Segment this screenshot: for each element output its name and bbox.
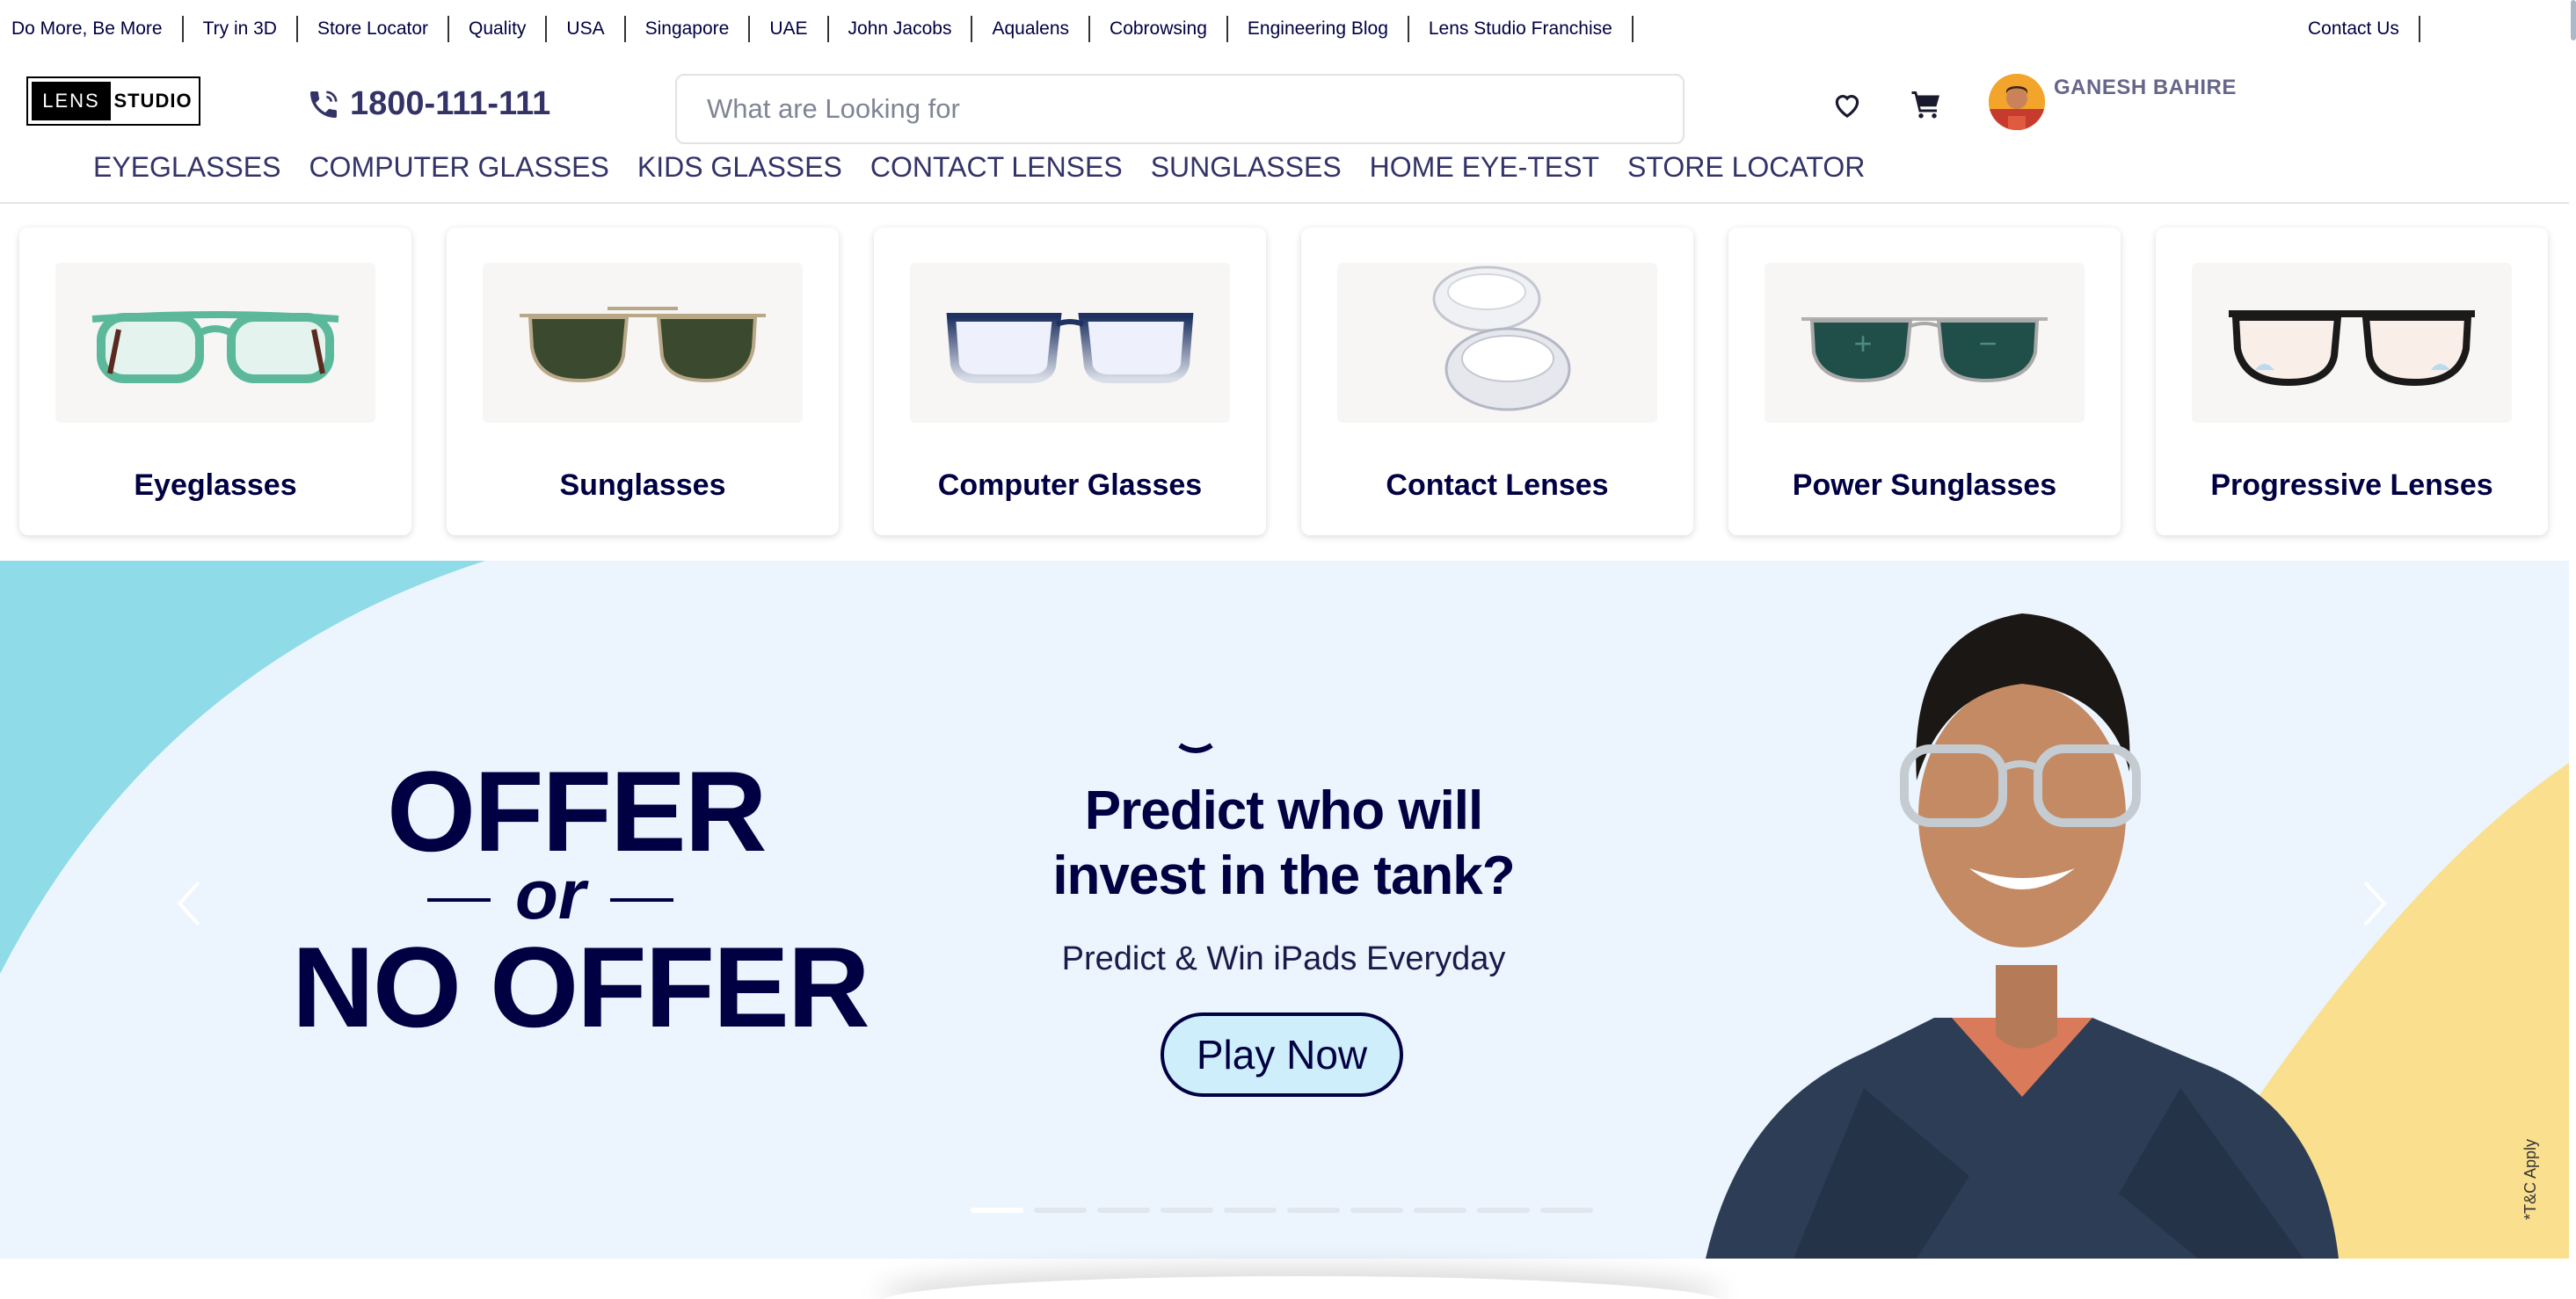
- wishlist-button[interactable]: [1825, 84, 1869, 125]
- top-link-aqualens[interactable]: Aqualens: [972, 16, 1091, 42]
- terms-apply-note: *T&C Apply: [2521, 1138, 2539, 1220]
- nav-item-contact-lenses[interactable]: CONTACT LENSES: [856, 151, 1137, 184]
- nav-item-home-eye-test[interactable]: HOME EYE-TEST: [1356, 151, 1613, 184]
- top-link-usa[interactable]: USA: [547, 16, 626, 42]
- top-link-lens-studio-franchise[interactable]: Lens Studio Franchise: [1409, 16, 1634, 42]
- offer-title-line1: OFFER: [387, 747, 768, 875]
- svg-text:−: −: [1978, 325, 1997, 361]
- category-label: Contact Lenses: [1386, 468, 1609, 502]
- carousel-indicators: [971, 1208, 1593, 1213]
- carousel-dot[interactable]: [1414, 1208, 1466, 1213]
- banner-headline: Predict who will invest in the tank?: [1052, 780, 1515, 906]
- progressive-lenses-image: [2192, 263, 2512, 423]
- power-sunglasses-image: + −: [1765, 263, 2085, 423]
- carousel-dot[interactable]: [1287, 1208, 1340, 1213]
- page: Do More, Be More Try in 3D Store Locator Qu…: [0, 0, 2576, 1299]
- phone-icon: [310, 91, 338, 118]
- user-avatar[interactable]: [1989, 74, 2045, 130]
- category-label: Progressive Lenses: [2210, 468, 2493, 502]
- lens-studio-logo[interactable]: LENS STUDIO: [26, 76, 200, 126]
- phone-number[interactable]: 1800-111-111: [306, 85, 550, 123]
- category-label: Computer Glasses: [937, 468, 1203, 502]
- user-name[interactable]: GANESH BAHIRE: [2054, 76, 2237, 100]
- top-links: Do More, Be More Try in 3D Store Locator Qu…: [0, 16, 1634, 42]
- top-link-john-jacobs[interactable]: John Jacobs: [829, 16, 973, 42]
- phone-number-text: 1800-111-111: [350, 85, 551, 122]
- category-cards: Eyeglasses Sunglasses Computer Glasses C…: [19, 228, 2548, 535]
- top-link-singapore[interactable]: Singapore: [626, 16, 751, 42]
- top-link-engineering-blog[interactable]: Engineering Blog: [1228, 16, 1409, 42]
- carousel-dot[interactable]: [1097, 1208, 1150, 1213]
- carousel-dot[interactable]: [1350, 1208, 1403, 1213]
- top-link-store-locator[interactable]: Store Locator: [298, 16, 450, 42]
- top-link-quality[interactable]: Quality: [449, 16, 548, 42]
- search-input[interactable]: [675, 74, 1685, 144]
- contact-lenses-image: [1337, 263, 1657, 423]
- category-label: Power Sunglasses: [1792, 468, 2057, 502]
- carousel-dot[interactable]: [1161, 1208, 1213, 1213]
- heart-icon: [1835, 95, 1859, 118]
- avatar-image: [1989, 74, 2045, 130]
- logo-studio-text: STUDIO: [113, 90, 193, 112]
- category-card-power-sunglasses[interactable]: + − Power Sunglasses: [1728, 228, 2121, 535]
- play-now-button[interactable]: Play Now: [1161, 1012, 1403, 1097]
- banner-model-photo: [1706, 613, 2339, 1259]
- nav-item-sunglasses[interactable]: SUNGLASSES: [1137, 151, 1356, 184]
- computer-glasses-image: [910, 263, 1230, 423]
- category-label: Sunglasses: [559, 468, 726, 502]
- top-link-uae[interactable]: UAE: [750, 16, 829, 42]
- category-card-sunglasses[interactable]: Sunglasses: [447, 228, 839, 535]
- category-card-contact-lenses[interactable]: Contact Lenses: [1301, 228, 1693, 535]
- nav-item-store-locator[interactable]: STORE LOCATOR: [1613, 151, 1879, 184]
- scrollbar-thumb[interactable]: [2571, 0, 2576, 40]
- top-utility-bar: Do More, Be More Try in 3D Store Locator Qu…: [0, 0, 2576, 58]
- category-label: Eyeglasses: [134, 468, 297, 502]
- section-shadow: [879, 1276, 1723, 1299]
- logo-lens-text: LENS: [32, 82, 111, 120]
- green-eyeglasses-image: [55, 263, 375, 423]
- carousel-dot[interactable]: [1477, 1208, 1530, 1213]
- banner-subheadline: Predict & Win iPads Everyday: [1061, 940, 1506, 977]
- promo-banner-carousel[interactable]: OFFER or NO OFFER Predict who will inves…: [0, 561, 2569, 1259]
- main-navigation: EYEGLASSES COMPUTER GLASSES KIDS GLASSES CO…: [79, 151, 1879, 184]
- carousel-dot[interactable]: [1540, 1208, 1593, 1213]
- carousel-dot[interactable]: [1034, 1208, 1087, 1213]
- svg-text:+: +: [1853, 325, 1872, 361]
- category-card-computer-glasses[interactable]: Computer Glasses: [874, 228, 1266, 535]
- cart-button[interactable]: [1904, 84, 1948, 125]
- top-link-cobrowsing[interactable]: Cobrowsing: [1090, 16, 1228, 42]
- offer-title-or: or: [427, 860, 673, 930]
- carousel-prev-arrow-icon[interactable]: [172, 877, 207, 930]
- category-card-eyeglasses[interactable]: Eyeglasses: [19, 228, 411, 535]
- cart-icon: [1911, 91, 1939, 119]
- top-link-try-in-3d[interactable]: Try in 3D: [184, 16, 298, 42]
- top-link-do-more-be-more[interactable]: Do More, Be More: [11, 16, 184, 42]
- nav-item-kids-glasses[interactable]: KIDS GLASSES: [623, 151, 856, 184]
- offer-title-line2: NO OFFER: [292, 923, 870, 1051]
- contact-us-link[interactable]: Contact Us: [2308, 16, 2420, 42]
- carousel-dot[interactable]: [1224, 1208, 1277, 1213]
- nav-item-eyeglasses[interactable]: EYEGLASSES: [79, 151, 295, 184]
- category-card-progressive-lenses[interactable]: Progressive Lenses: [2156, 228, 2548, 535]
- aviator-sunglasses-image: [483, 263, 803, 423]
- carousel-dot[interactable]: [971, 1208, 1023, 1213]
- nav-item-computer-glasses[interactable]: COMPUTER GLASSES: [295, 151, 622, 184]
- header-divider: [0, 202, 2569, 204]
